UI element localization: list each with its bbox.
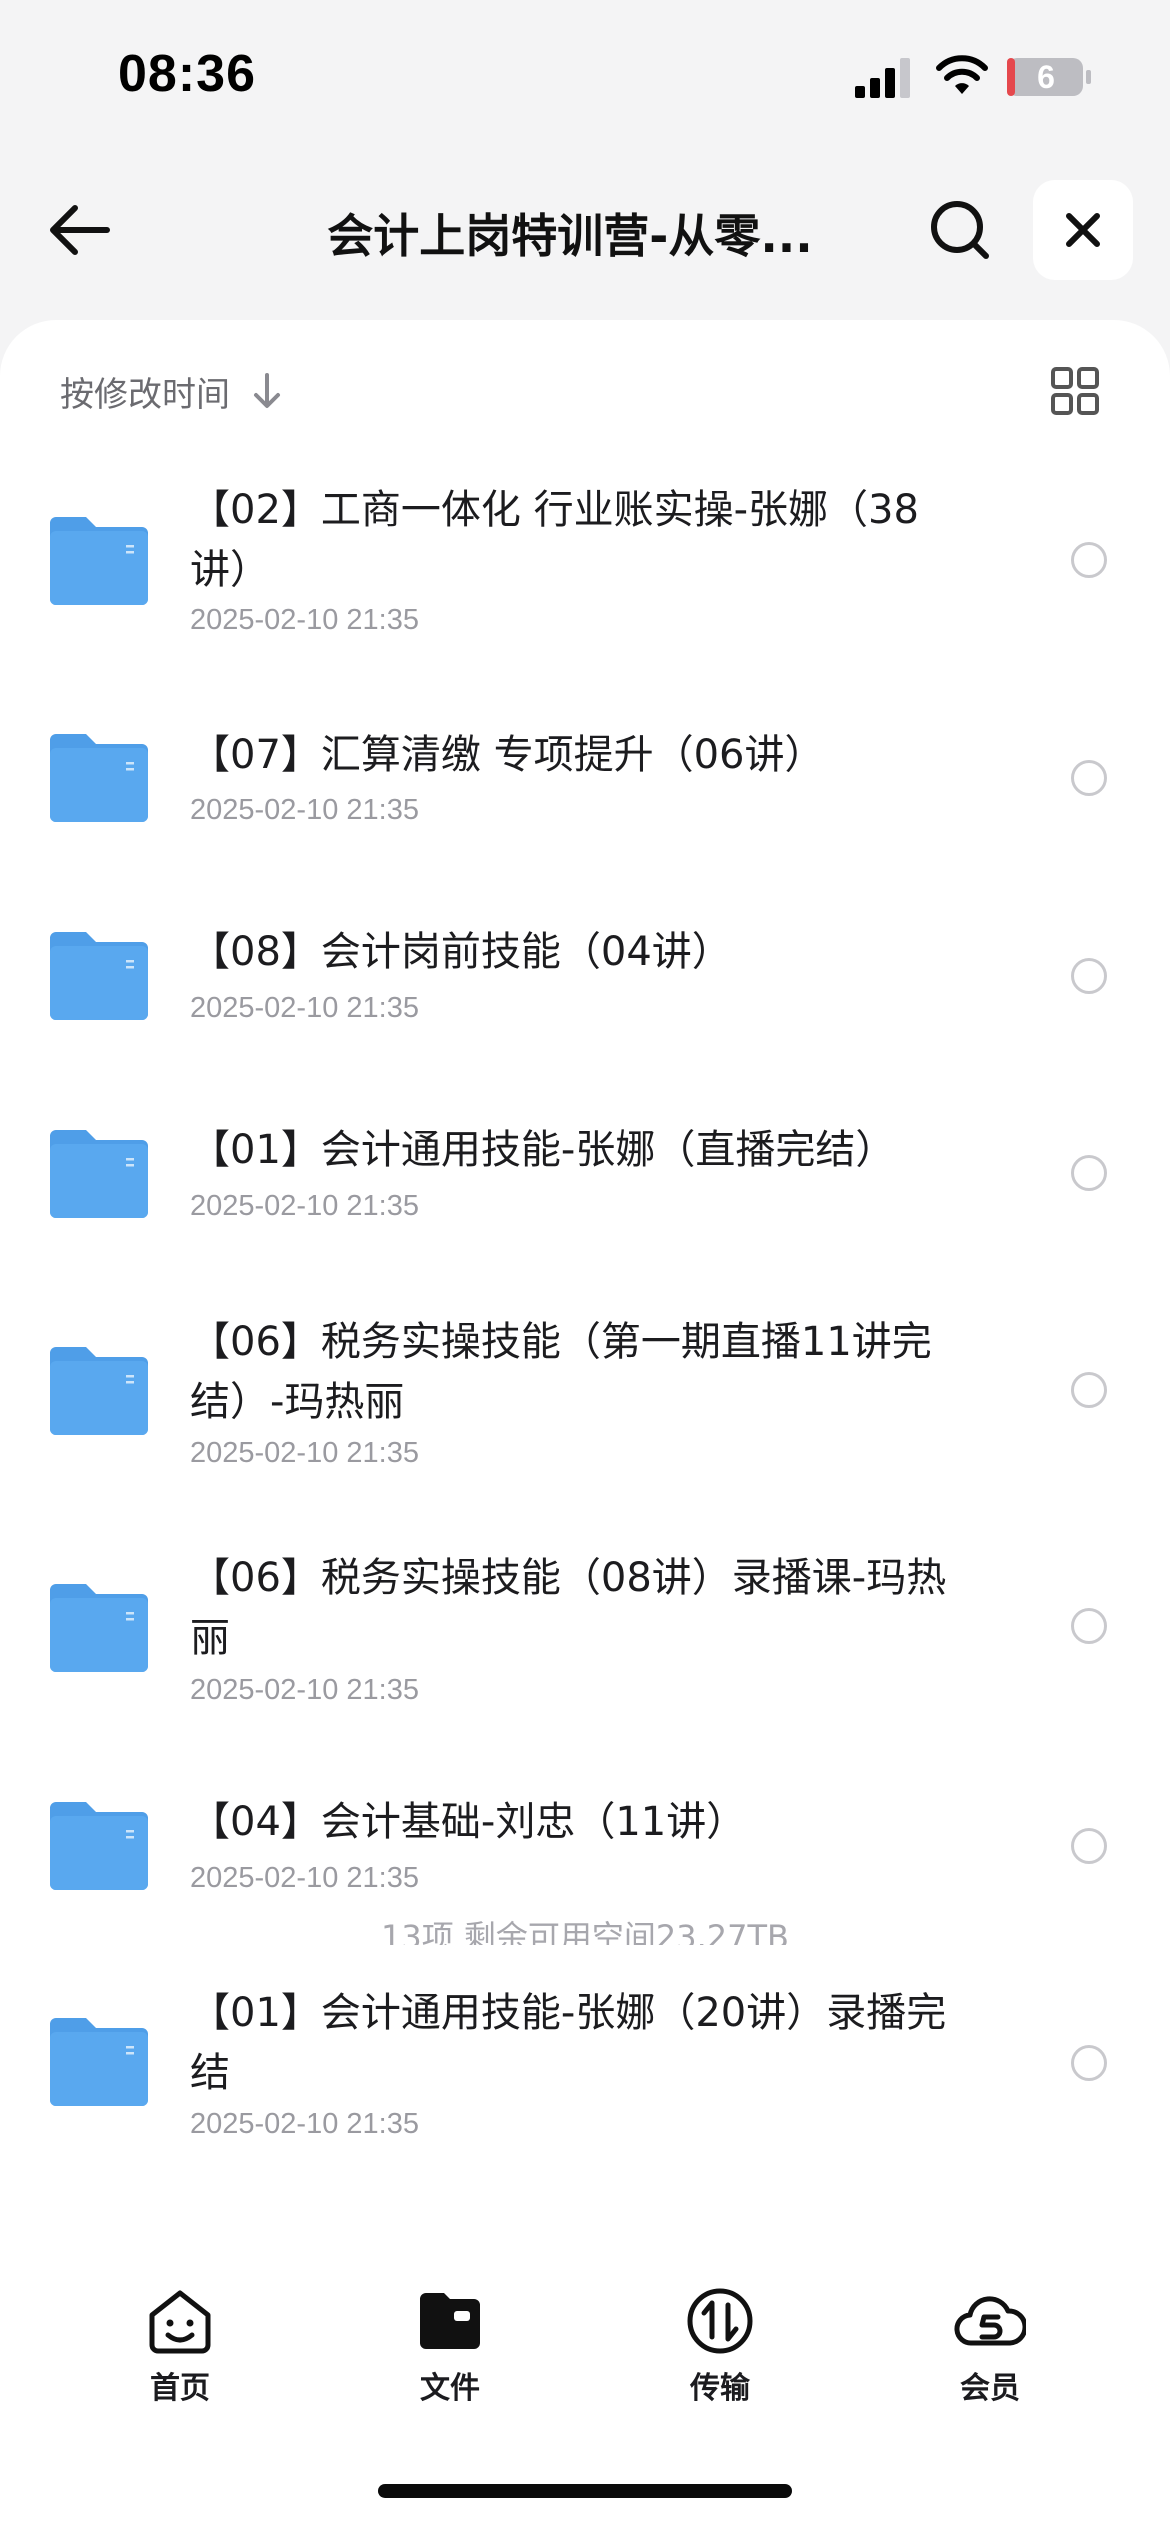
status-bar: 08:36 6: [0, 0, 1170, 150]
file-name: 【06】税务实操技能（08讲）录播课-玛热丽: [190, 1555, 947, 1661]
nav-transfer[interactable]: 传输: [650, 2285, 790, 2425]
file-date: 2025-02-10 21:35: [190, 1437, 419, 1469]
file-date: 2025-02-10 21:35: [190, 794, 419, 826]
select-radio[interactable]: [1071, 958, 1107, 994]
sort-label: 按修改时间: [60, 374, 230, 415]
wifi-icon: [936, 55, 988, 94]
select-radio[interactable]: [1071, 1155, 1107, 1191]
file-name: 【04】会计基础-刘忠（11讲）: [190, 1799, 747, 1845]
cellular-signal-icon: [855, 58, 910, 98]
select-radio[interactable]: [1071, 1608, 1107, 1644]
file-name: 【07】汇算清缴 专项提升（06讲）: [190, 732, 825, 778]
file-name: 【01】会计通用技能-张娜（20讲）录播完结: [190, 1990, 947, 2096]
grid-view-icon[interactable]: [1050, 366, 1100, 416]
folder-file-icon: [420, 2293, 480, 2349]
battery-level: 6: [1037, 59, 1055, 95]
select-radio[interactable]: [1071, 542, 1107, 578]
home-indicator: [378, 2484, 792, 2498]
nav-member[interactable]: 会员: [920, 2285, 1060, 2425]
file-date: 2025-02-10 21:35: [190, 2108, 419, 2140]
folder-icon: [50, 932, 148, 1020]
folder-icon: [50, 734, 148, 822]
file-date: 2025-02-10 21:35: [190, 992, 419, 1024]
file-name: 【08】会计岗前技能（04讲）: [190, 929, 732, 975]
file-date: 2025-02-10 21:35: [190, 604, 419, 636]
sort-control[interactable]: 按修改时间: [60, 366, 282, 416]
search-button[interactable]: [920, 190, 1000, 270]
arrow-down-icon: [254, 373, 280, 408]
page-title: 会计上岗特训营-从零...: [327, 209, 813, 260]
folder-icon: [50, 1584, 148, 1672]
nav-home[interactable]: 首页: [110, 2285, 250, 2425]
select-radio[interactable]: [1071, 2045, 1107, 2081]
folder-icon: [50, 1802, 148, 1890]
select-radio[interactable]: [1071, 1828, 1107, 1864]
folder-icon: [50, 517, 148, 605]
select-radio[interactable]: [1071, 1372, 1107, 1408]
transfer-icon: [687, 2288, 753, 2354]
search-icon: [931, 201, 989, 259]
close-icon: [1066, 213, 1100, 247]
folder-icon: [50, 1347, 148, 1435]
file-name: 【01】会计通用技能-张娜（直播完结）: [190, 1127, 896, 1173]
folder-icon: [50, 1130, 148, 1218]
nav-transfer-label: 传输: [690, 2371, 750, 2406]
folder-icon: [50, 2018, 148, 2106]
member-cloud-icon: [954, 2296, 1026, 2346]
back-button[interactable]: [40, 190, 120, 270]
nav-files-label: 文件: [420, 2371, 480, 2406]
nav-files[interactable]: 文件: [380, 2285, 520, 2425]
file-name: 【06】税务实操技能（第一期直播11讲完结）-玛热丽: [190, 1319, 932, 1425]
arrow-left-icon: [50, 205, 110, 255]
storage-summary: 13项 剩余可用空间23.27TB: [380, 1918, 789, 1945]
header-bar: 会计上岗特训营-从零...: [0, 170, 1170, 290]
close-button[interactable]: [1033, 180, 1133, 280]
nav-member-label: 会员: [960, 2371, 1020, 2406]
file-date: 2025-02-10 21:35: [190, 1190, 419, 1222]
file-date: 2025-02-10 21:35: [190, 1674, 419, 1706]
status-time: 08:36: [118, 45, 256, 103]
file-name: 【02】工商一体化 行业账实操-张娜（38讲）: [190, 487, 919, 593]
file-date: 2025-02-10 21:35: [190, 1862, 419, 1894]
select-radio[interactable]: [1071, 760, 1107, 796]
nav-home-label: 首页: [150, 2371, 210, 2406]
home-face-icon: [149, 2290, 211, 2354]
